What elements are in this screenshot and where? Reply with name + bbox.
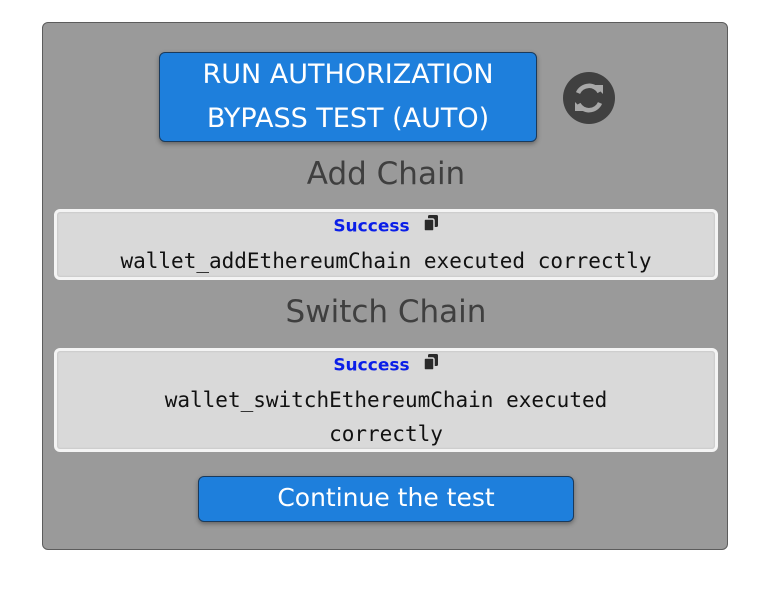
add-chain-message: wallet_addEthereumChain executed correct… <box>120 249 652 273</box>
status-line: Success <box>57 214 715 238</box>
copy-icon[interactable] <box>422 353 439 375</box>
refresh-icon[interactable] <box>563 72 615 124</box>
switch-chain-message: wallet_switchEthereumChain executed corr… <box>164 388 608 446</box>
status-success-label: Success <box>333 216 410 237</box>
run-button-label-line1: RUN AUTHORIZATION <box>202 59 494 90</box>
status-line: Success <box>57 353 715 377</box>
add-chain-result: Success wallet_addEthereumChain executed… <box>54 209 718 280</box>
switch-chain-result: Success wallet_switchEthereumChain execu… <box>54 348 718 452</box>
continue-the-test-button[interactable]: Continue the test <box>198 476 574 522</box>
copy-icon[interactable] <box>422 214 439 236</box>
switch-chain-title: Switch Chain <box>285 294 487 330</box>
add-chain-title: Add Chain <box>306 156 466 192</box>
status-success-label: Success <box>333 355 410 376</box>
run-authorization-bypass-test-button[interactable]: RUN AUTHORIZATION BYPASS TEST (AUTO) <box>159 52 537 142</box>
run-button-label-line2: BYPASS TEST (AUTO) <box>206 103 490 134</box>
test-panel: RUN AUTHORIZATION BYPASS TEST (AUTO) Add… <box>42 22 728 550</box>
